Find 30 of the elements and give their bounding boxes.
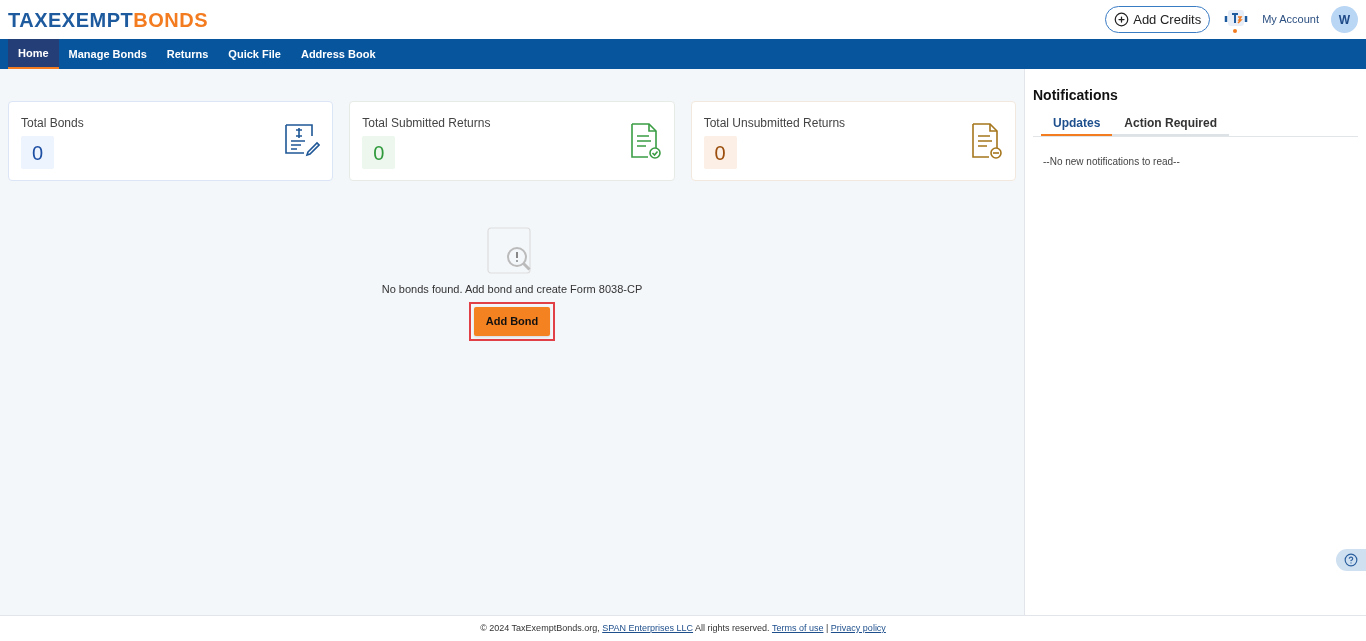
notification-tab[interactable]: Action Required xyxy=(1112,112,1229,136)
avatar[interactable]: W xyxy=(1331,6,1358,33)
add-bond-button[interactable]: Add Bond xyxy=(474,306,550,336)
nav-tab[interactable]: Home xyxy=(8,39,59,69)
plus-icon xyxy=(1114,12,1130,27)
privacy-link[interactable]: Privacy policy xyxy=(830,622,886,633)
stat-label: Total Bonds xyxy=(21,115,84,132)
notifications-empty-message: --No new notifications to read-- xyxy=(1043,155,1181,169)
nav-tab[interactable]: Manage Bonds xyxy=(58,39,157,69)
document-check-icon xyxy=(629,122,662,160)
notifications-title: Notifications xyxy=(1033,86,1119,105)
company-link[interactable]: SPAN Enterprises LLC xyxy=(602,622,694,633)
nav-tab[interactable]: Address Book xyxy=(290,39,386,69)
empty-message: No bonds found. Add bond and create Form 8038-CP xyxy=(381,282,643,297)
stat-label: Total Submitted Returns xyxy=(362,115,491,132)
nav-tab[interactable]: Returns xyxy=(156,39,219,69)
footer-text: © 2024 TaxExemptBonds.org, SPAN Enterprises LLC All rights reserved. Terms of use | Privacy policy xyxy=(480,621,886,635)
logo[interactable]: TAXEXEMPTBONDS xyxy=(8,9,208,30)
nav-tab[interactable]: Quick File xyxy=(218,39,291,69)
notification-tab[interactable]: Updates xyxy=(1041,112,1113,136)
my-account-link[interactable]: My Account xyxy=(1262,11,1319,28)
document-minus-icon xyxy=(971,122,1003,160)
stat-label: Total Unsubmitted Returns xyxy=(703,115,846,132)
stat-value: 0 xyxy=(362,136,396,169)
stat-value: 0 xyxy=(703,136,737,169)
stat-value: 0 xyxy=(21,136,54,169)
certificate-pen-icon xyxy=(282,122,321,158)
help-button[interactable] xyxy=(1336,549,1366,571)
help-icon xyxy=(1344,553,1358,567)
terms-link[interactable]: Terms of use xyxy=(771,622,824,633)
